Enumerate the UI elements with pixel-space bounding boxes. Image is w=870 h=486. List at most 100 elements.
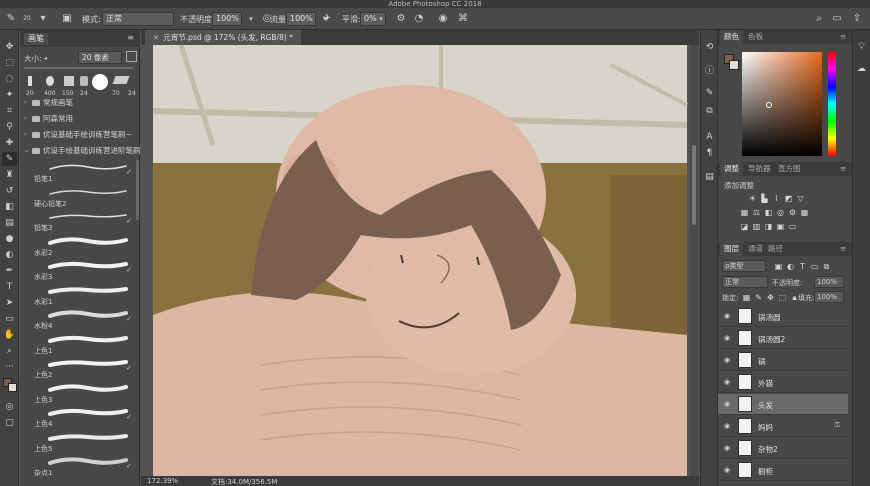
eye-icon[interactable]: ◉ (724, 466, 730, 474)
marquee-icon[interactable]: ⬚ (2, 56, 17, 70)
lock-transparent-icon[interactable]: ▦ (742, 293, 751, 302)
posterize-icon[interactable]: ▥ (752, 222, 761, 231)
eye-icon[interactable]: ◉ (724, 444, 730, 452)
filter-shape-icon[interactable]: ▭ (810, 262, 819, 271)
channel-mixer-icon[interactable]: ⚙ (788, 208, 797, 217)
background-color-swatch[interactable] (8, 383, 17, 392)
layer-name[interactable]: 锅汤圆 (758, 312, 781, 323)
tab-histogram[interactable]: 直方图 (774, 162, 805, 176)
brush-size-input[interactable]: 20 像素 (78, 51, 122, 64)
more-tools-icon[interactable]: ··· (2, 360, 17, 374)
angle-icon[interactable]: ◔ (412, 12, 426, 26)
brush-preset-item[interactable]: 水彩2 (28, 234, 134, 258)
smoothing-dropdown-icon[interactable]: ▾ (374, 12, 388, 26)
clone-source-icon[interactable]: ⧉ (702, 104, 717, 118)
filter-smart-icon[interactable]: ⧉ (822, 262, 831, 271)
brush-preset-item[interactable]: 硬心铅笔2 (28, 185, 134, 209)
opacity-dropdown-icon[interactable]: ▾ (244, 12, 258, 26)
brush-settings-icon[interactable]: ✎ (702, 86, 717, 100)
eye-icon[interactable]: ◉ (724, 356, 730, 364)
brush-tool-preset-icon[interactable]: ✎ (4, 12, 18, 26)
layer-row[interactable]: ◉ 橱柜 (718, 460, 848, 481)
dodge-icon[interactable]: ◐ (2, 248, 17, 262)
exposure-icon[interactable]: ◩ (784, 194, 793, 203)
brush-panel-tab[interactable]: 画笔 (24, 33, 48, 45)
filter-pixel-icon[interactable]: ▣ (774, 262, 783, 271)
tab-swatches[interactable]: 色板 (744, 30, 767, 44)
eraser-icon[interactable]: ◧ (2, 200, 17, 214)
lock-position-icon[interactable]: ✥ (766, 293, 775, 302)
gradient-map-icon[interactable]: ▭ (788, 222, 797, 231)
brush-preset-item[interactable]: 上色3 (28, 381, 134, 405)
gear-icon[interactable]: ⚙ (394, 12, 408, 26)
close-icon[interactable]: × (153, 33, 159, 42)
opacity-input[interactable]: 100% (212, 12, 242, 26)
brush-list-scrollbar[interactable] (136, 160, 139, 220)
panel-menu-icon[interactable]: ≡ (836, 242, 850, 256)
color-balance-icon[interactable]: ⚖ (752, 208, 761, 217)
layer-opacity-input[interactable]: 100% (814, 276, 844, 288)
crop-icon[interactable]: ⌗ (2, 104, 17, 118)
threshold-icon[interactable]: ◨ (764, 222, 773, 231)
size-slider[interactable] (24, 67, 134, 69)
brush-preset-item[interactable]: 水彩1 (28, 283, 134, 307)
tab-paths[interactable]: 路径 (764, 242, 787, 256)
search-icon[interactable]: ⌕ (812, 12, 826, 26)
mode-select[interactable]: 正常 (102, 12, 174, 26)
size-arrow-icon[interactable]: ◂ (44, 55, 50, 62)
filter-type-icon[interactable]: T (798, 262, 807, 271)
tab-layers[interactable]: 图层 (720, 242, 743, 256)
brush-folder[interactable]: › 优设基础手绘训练营笔刷~ (24, 128, 138, 141)
canvas-artwork[interactable] (141, 45, 699, 486)
brush-preset-item[interactable]: 水粉4 ✓ (28, 307, 134, 331)
layer-row[interactable]: ◉ 锅汤圆 (718, 306, 848, 327)
flow-input[interactable]: 100% (286, 12, 316, 26)
tab-color[interactable]: 颜色 (720, 30, 743, 44)
history-icon[interactable]: ⟲ (702, 40, 717, 54)
levels-icon[interactable]: ▙ (760, 194, 769, 203)
hand-icon[interactable]: ✋ (2, 328, 17, 342)
hue-saturation-icon[interactable]: ▦ (740, 208, 749, 217)
layer-thumbnail[interactable] (738, 396, 752, 412)
layer-thumbnail[interactable] (738, 352, 752, 368)
learn-icon[interactable]: 💡︎ (854, 40, 869, 54)
canvas-scroll-thumb[interactable] (692, 145, 696, 225)
brush-preset-item[interactable]: 上色1 (28, 332, 134, 356)
panel-menu-icon[interactable]: ≡ (836, 162, 850, 176)
lock-pixels-icon[interactable]: ✎ (754, 293, 763, 302)
layer-thumbnail[interactable] (738, 440, 752, 456)
layer-row[interactable]: ◉ 妈妈 ⚿ (718, 416, 848, 437)
layer-name[interactable]: 杂物2 (758, 444, 778, 455)
brush-preset-item[interactable]: 上色5 (28, 430, 134, 454)
history-brush-icon[interactable]: ↺ (2, 184, 17, 198)
color-picker-cursor[interactable] (766, 102, 772, 108)
eye-icon[interactable]: ◉ (724, 312, 730, 320)
brush-folder[interactable]: › 阿森常用 (24, 112, 138, 125)
layer-thumbnail[interactable] (738, 374, 752, 390)
eye-icon[interactable]: ◉ (724, 378, 730, 386)
healing-icon[interactable]: ✚ (2, 136, 17, 150)
brush-panel-toggle-icon[interactable]: ▣ (60, 12, 74, 26)
gradient-icon[interactable]: ▤ (2, 216, 17, 230)
brightness-icon[interactable]: ☀ (748, 194, 757, 203)
brush-preset-item[interactable]: 上色4 ✓ (28, 405, 134, 429)
photo-filter-icon[interactable]: ◎ (776, 208, 785, 217)
path-select-icon[interactable]: ➤ (2, 296, 17, 310)
eye-icon[interactable]: ◉ (724, 334, 730, 342)
fill-input[interactable]: 100% (814, 291, 844, 303)
symmetry-icon[interactable]: ⌘ (456, 12, 470, 26)
brush-size-badge[interactable]: 20 (20, 12, 34, 26)
move-icon[interactable]: ✥ (2, 40, 17, 54)
filter-adjust-icon[interactable]: ◐ (786, 262, 795, 271)
canvas-scrollbar[interactable] (690, 45, 698, 486)
layer-thumbnail[interactable] (738, 330, 752, 346)
layer-row[interactable]: ◉ 杂物2 (718, 438, 848, 459)
preset-4[interactable] (80, 76, 88, 86)
eye-icon[interactable]: ◉ (724, 422, 730, 430)
layer-filter-select[interactable]: ρ类型 (722, 260, 766, 272)
properties-icon[interactable]: ▤ (702, 170, 717, 184)
brush-preset-item[interactable]: 上色2 ✓ (28, 356, 134, 380)
layer-name[interactable]: 橱柜 (758, 466, 773, 477)
panel-menu-icon[interactable]: ≡ (836, 30, 850, 44)
vibrance-icon[interactable]: ▽ (796, 194, 805, 203)
